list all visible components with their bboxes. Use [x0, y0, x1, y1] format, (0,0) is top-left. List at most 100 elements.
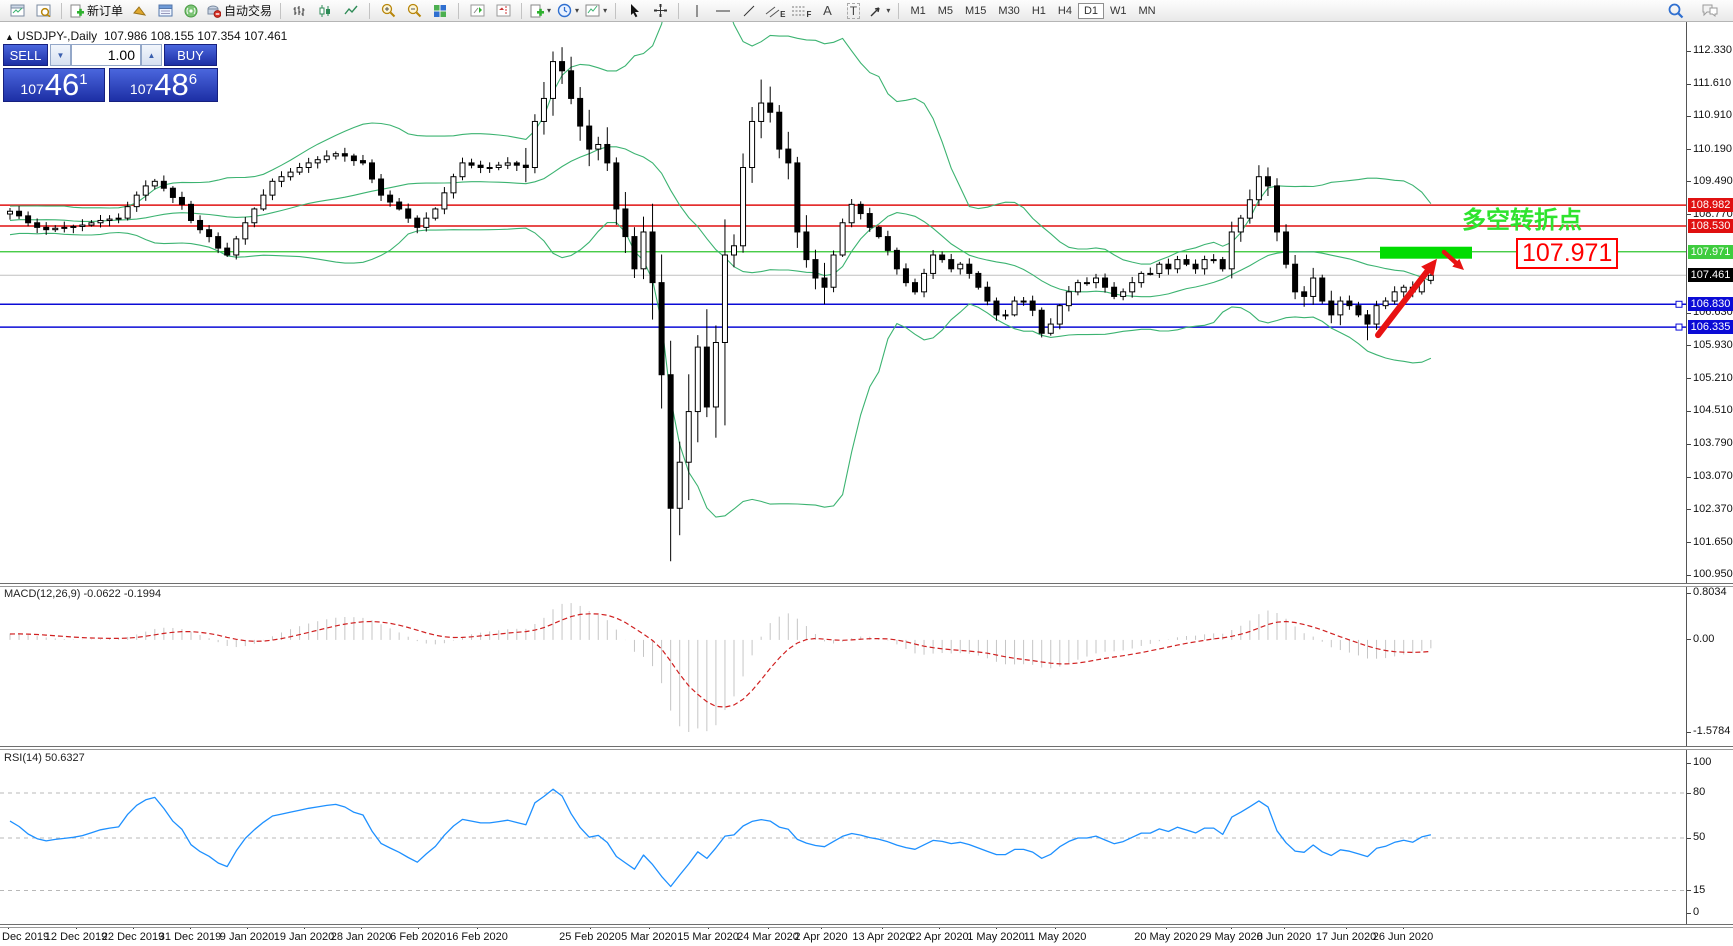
trendline-icon[interactable] [736, 1, 762, 21]
bear-candle [179, 197, 184, 204]
new-order-button[interactable]: 新订单 [67, 1, 126, 21]
crosshair-icon[interactable] [647, 1, 673, 21]
bear-candle [189, 204, 194, 220]
line-handle[interactable] [1676, 301, 1682, 307]
price-scale[interactable]: 112.330111.610110.910110.190109.490108.7… [1686, 22, 1733, 925]
macd-panel[interactable] [0, 585, 1686, 746]
volume-down-icon[interactable]: ▼ [50, 44, 71, 66]
date-label: 5 Mar 2020 [621, 931, 677, 943]
date-label: 13 Apr 2020 [852, 931, 911, 943]
bull-candle [922, 273, 927, 291]
panel-separator[interactable] [0, 924, 1733, 928]
bull-candle [451, 177, 456, 193]
autotrade-button[interactable]: 自动交易 [204, 1, 275, 21]
price-chart[interactable] [0, 22, 1686, 583]
date-label: 11 May 2020 [1024, 931, 1087, 943]
timeframe-d1[interactable]: D1 [1078, 3, 1104, 19]
sell-button[interactable]: SELL [3, 44, 48, 66]
new-chart-dropdown-icon[interactable]: ▾ [527, 1, 554, 21]
bear-candle [1329, 301, 1334, 315]
turning-point-annotation[interactable]: 多空转折点 [1462, 200, 1582, 235]
bear-candle [967, 264, 972, 273]
auto-scroll-icon[interactable] [464, 1, 490, 21]
bear-candle [659, 283, 664, 375]
cursor-icon[interactable] [621, 1, 647, 21]
axis-tick [1687, 214, 1691, 215]
bear-candle [605, 144, 610, 162]
profiles-icon[interactable] [30, 1, 56, 21]
resistance-zone-rect[interactable] [1380, 247, 1472, 259]
horizontal-line-icon[interactable] [710, 1, 736, 21]
bear-candle [813, 260, 818, 278]
price-callout-box[interactable]: 107.971 [1516, 238, 1618, 269]
signals-icon[interactable] [178, 1, 204, 21]
axis-tick [1687, 763, 1691, 764]
volume-up-icon[interactable]: ▲ [141, 44, 162, 66]
tile-windows-icon[interactable] [427, 1, 453, 21]
timeframe-mn[interactable]: MN [1133, 3, 1162, 19]
bull-candle [713, 342, 718, 406]
rsi-panel[interactable] [0, 748, 1686, 924]
date-label: 9 Jan 2020 [220, 931, 274, 943]
axis-tick [1687, 84, 1691, 85]
bull-candle [125, 207, 130, 219]
zoom-out-icon[interactable] [401, 1, 427, 21]
equidistant-channel-icon[interactable]: E [762, 1, 788, 21]
date-axis[interactable]: Dec 201912 Dec 201922 Dec 201931 Dec 201… [0, 925, 1733, 946]
timeframe-m30[interactable]: M30 [992, 3, 1025, 19]
search-icon[interactable] [1663, 1, 1689, 21]
bull-candle [596, 144, 601, 149]
bear-candle [26, 216, 31, 223]
panel-separator[interactable] [0, 583, 1733, 587]
charts-icon[interactable] [4, 1, 30, 21]
candle-chart-icon[interactable] [312, 1, 338, 21]
axis-tick [1687, 378, 1691, 379]
volume-input[interactable]: 1.00 [71, 44, 141, 66]
text-label-icon[interactable]: T [840, 1, 866, 21]
chat-icon[interactable] [1697, 1, 1723, 21]
sell-price-button[interactable]: 107 46 1 [3, 68, 105, 102]
templates-dropdown-icon[interactable]: ▾ [582, 1, 610, 21]
chart-shift-icon[interactable] [490, 1, 516, 21]
bull-candle [152, 181, 157, 186]
buy-button[interactable]: BUY [164, 44, 217, 66]
timeframe-h4[interactable]: H4 [1052, 3, 1078, 19]
collapse-triangle-icon[interactable]: ▲ [5, 32, 14, 42]
periods-dropdown-icon[interactable]: ▾ [554, 1, 582, 21]
timeframe-m5[interactable]: M5 [932, 3, 959, 19]
timeframe-w1[interactable]: W1 [1104, 3, 1133, 19]
zoom-in-icon[interactable] [375, 1, 401, 21]
axis-tick [1687, 51, 1691, 52]
timeframe-m1[interactable]: M1 [904, 3, 931, 19]
bear-candle [379, 179, 384, 195]
fibonacci-icon[interactable]: F [788, 1, 814, 21]
bull-candle [1247, 200, 1252, 218]
vertical-line-icon[interactable] [684, 1, 710, 21]
price-badge-106.830: 106.830 [1688, 297, 1733, 311]
price-tick-label: 100.950 [1693, 568, 1733, 580]
text-icon[interactable]: A [814, 1, 840, 21]
bear-candle [360, 161, 365, 163]
market-watch-icon[interactable] [126, 1, 152, 21]
data-window-icon[interactable] [152, 1, 178, 21]
bull-candle [288, 172, 293, 177]
axis-tick [1687, 913, 1691, 914]
date-label: 1 May 2020 [967, 931, 1024, 943]
new-order-icon [70, 4, 84, 18]
timeframe-m15[interactable]: M15 [959, 3, 992, 19]
bear-candle [35, 223, 40, 228]
bear-candle [858, 204, 863, 213]
autotrade-icon [207, 4, 221, 18]
bull-candle [677, 462, 682, 508]
line-handle[interactable] [1676, 324, 1682, 330]
timeframe-h1[interactable]: H1 [1026, 3, 1052, 19]
panel-separator[interactable] [0, 746, 1733, 750]
buy-price-button[interactable]: 107 48 6 [109, 68, 218, 102]
line-chart-icon[interactable] [338, 1, 364, 21]
bull-candle [261, 195, 266, 209]
date-label: 28 Jan 2020 [331, 931, 392, 943]
arrows-dropdown-icon[interactable]: ▾ [866, 1, 893, 21]
bar-chart-icon[interactable] [286, 1, 312, 21]
bear-candle [587, 126, 592, 149]
bull-candle [695, 347, 700, 411]
